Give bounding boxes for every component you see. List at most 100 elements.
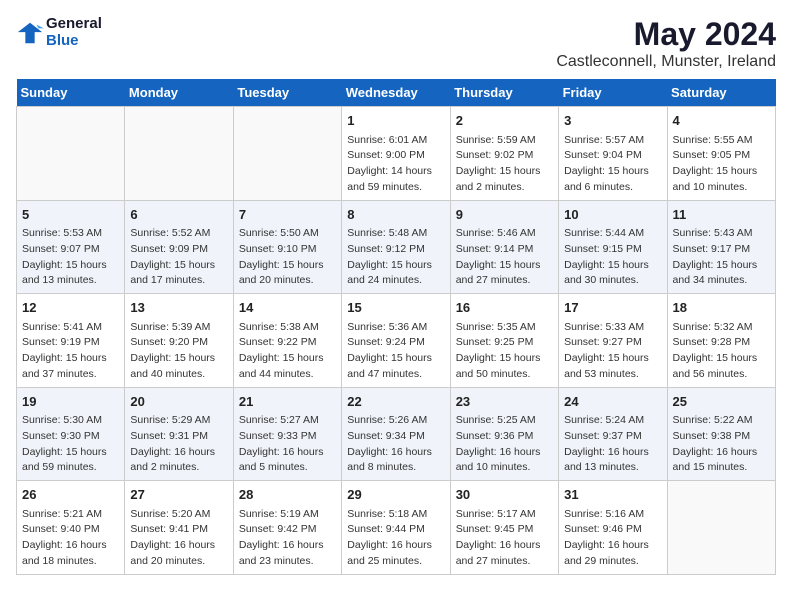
day-info: Sunrise: 5:29 AM Sunset: 9:31 PM Dayligh… <box>130 413 227 476</box>
day-info: Sunrise: 5:32 AM Sunset: 9:28 PM Dayligh… <box>673 320 770 383</box>
calendar-cell: 24Sunrise: 5:24 AM Sunset: 9:37 PM Dayli… <box>559 387 667 481</box>
calendar-cell: 2Sunrise: 5:59 AM Sunset: 9:02 PM Daylig… <box>450 107 558 201</box>
day-number: 17 <box>564 298 661 318</box>
day-info: Sunrise: 5:27 AM Sunset: 9:33 PM Dayligh… <box>239 413 336 476</box>
calendar-day-header: Saturday <box>667 79 775 107</box>
day-info: Sunrise: 5:38 AM Sunset: 9:22 PM Dayligh… <box>239 320 336 383</box>
calendar-cell: 30Sunrise: 5:17 AM Sunset: 9:45 PM Dayli… <box>450 481 558 575</box>
day-info: Sunrise: 5:30 AM Sunset: 9:30 PM Dayligh… <box>22 413 119 476</box>
calendar-week-row: 19Sunrise: 5:30 AM Sunset: 9:30 PM Dayli… <box>17 387 776 481</box>
day-info: Sunrise: 5:36 AM Sunset: 9:24 PM Dayligh… <box>347 320 444 383</box>
day-number: 30 <box>456 485 553 505</box>
day-info: Sunrise: 5:22 AM Sunset: 9:38 PM Dayligh… <box>673 413 770 476</box>
day-info: Sunrise: 5:20 AM Sunset: 9:41 PM Dayligh… <box>130 507 227 570</box>
calendar-cell: 13Sunrise: 5:39 AM Sunset: 9:20 PM Dayli… <box>125 294 233 388</box>
calendar-table: SundayMondayTuesdayWednesdayThursdayFrid… <box>16 79 776 575</box>
day-info: Sunrise: 5:39 AM Sunset: 9:20 PM Dayligh… <box>130 320 227 383</box>
calendar-cell: 28Sunrise: 5:19 AM Sunset: 9:42 PM Dayli… <box>233 481 341 575</box>
header: General Blue May 2024 Castleconnell, Mun… <box>16 16 776 71</box>
day-number: 5 <box>22 205 119 225</box>
day-number: 23 <box>456 392 553 412</box>
day-info: Sunrise: 5:35 AM Sunset: 9:25 PM Dayligh… <box>456 320 553 383</box>
logo-blue: Blue <box>46 32 79 49</box>
calendar-cell: 7Sunrise: 5:50 AM Sunset: 9:10 PM Daylig… <box>233 200 341 294</box>
day-number: 12 <box>22 298 119 318</box>
day-info: Sunrise: 5:52 AM Sunset: 9:09 PM Dayligh… <box>130 226 227 289</box>
calendar-cell: 17Sunrise: 5:33 AM Sunset: 9:27 PM Dayli… <box>559 294 667 388</box>
day-number: 11 <box>673 205 770 225</box>
day-info: Sunrise: 5:21 AM Sunset: 9:40 PM Dayligh… <box>22 507 119 570</box>
day-number: 16 <box>456 298 553 318</box>
day-number: 26 <box>22 485 119 505</box>
day-number: 2 <box>456 111 553 131</box>
calendar-cell: 22Sunrise: 5:26 AM Sunset: 9:34 PM Dayli… <box>342 387 450 481</box>
calendar-day-header: Tuesday <box>233 79 341 107</box>
day-info: Sunrise: 5:46 AM Sunset: 9:14 PM Dayligh… <box>456 226 553 289</box>
calendar-cell: 10Sunrise: 5:44 AM Sunset: 9:15 PM Dayli… <box>559 200 667 294</box>
day-info: Sunrise: 5:26 AM Sunset: 9:34 PM Dayligh… <box>347 413 444 476</box>
calendar-cell: 11Sunrise: 5:43 AM Sunset: 9:17 PM Dayli… <box>667 200 775 294</box>
day-number: 10 <box>564 205 661 225</box>
page-subtitle: Castleconnell, Munster, Ireland <box>556 53 776 71</box>
calendar-cell: 15Sunrise: 5:36 AM Sunset: 9:24 PM Dayli… <box>342 294 450 388</box>
calendar-cell: 26Sunrise: 5:21 AM Sunset: 9:40 PM Dayli… <box>17 481 125 575</box>
day-info: Sunrise: 5:16 AM Sunset: 9:46 PM Dayligh… <box>564 507 661 570</box>
calendar-day-header: Sunday <box>17 79 125 107</box>
calendar-cell: 23Sunrise: 5:25 AM Sunset: 9:36 PM Dayli… <box>450 387 558 481</box>
calendar-week-row: 26Sunrise: 5:21 AM Sunset: 9:40 PM Dayli… <box>17 481 776 575</box>
day-number: 25 <box>673 392 770 412</box>
calendar-cell: 12Sunrise: 5:41 AM Sunset: 9:19 PM Dayli… <box>17 294 125 388</box>
day-info: Sunrise: 5:48 AM Sunset: 9:12 PM Dayligh… <box>347 226 444 289</box>
calendar-cell: 27Sunrise: 5:20 AM Sunset: 9:41 PM Dayli… <box>125 481 233 575</box>
day-info: Sunrise: 5:50 AM Sunset: 9:10 PM Dayligh… <box>239 226 336 289</box>
day-info: Sunrise: 5:24 AM Sunset: 9:37 PM Dayligh… <box>564 413 661 476</box>
calendar-header-row: SundayMondayTuesdayWednesdayThursdayFrid… <box>17 79 776 107</box>
calendar-cell: 19Sunrise: 5:30 AM Sunset: 9:30 PM Dayli… <box>17 387 125 481</box>
calendar-cell: 16Sunrise: 5:35 AM Sunset: 9:25 PM Dayli… <box>450 294 558 388</box>
calendar-cell <box>17 107 125 201</box>
logo: General Blue <box>16 16 102 49</box>
title-block: May 2024 Castleconnell, Munster, Ireland <box>556 16 776 71</box>
day-number: 4 <box>673 111 770 131</box>
day-number: 27 <box>130 485 227 505</box>
calendar-cell: 8Sunrise: 5:48 AM Sunset: 9:12 PM Daylig… <box>342 200 450 294</box>
day-number: 8 <box>347 205 444 225</box>
calendar-cell: 21Sunrise: 5:27 AM Sunset: 9:33 PM Dayli… <box>233 387 341 481</box>
calendar-cell: 5Sunrise: 5:53 AM Sunset: 9:07 PM Daylig… <box>17 200 125 294</box>
calendar-week-row: 5Sunrise: 5:53 AM Sunset: 9:07 PM Daylig… <box>17 200 776 294</box>
day-info: Sunrise: 5:57 AM Sunset: 9:04 PM Dayligh… <box>564 133 661 196</box>
calendar-day-header: Thursday <box>450 79 558 107</box>
day-number: 20 <box>130 392 227 412</box>
logo-icon <box>16 19 44 47</box>
day-number: 19 <box>22 392 119 412</box>
calendar-cell: 3Sunrise: 5:57 AM Sunset: 9:04 PM Daylig… <box>559 107 667 201</box>
calendar-cell: 20Sunrise: 5:29 AM Sunset: 9:31 PM Dayli… <box>125 387 233 481</box>
day-number: 13 <box>130 298 227 318</box>
day-info: Sunrise: 6:01 AM Sunset: 9:00 PM Dayligh… <box>347 133 444 196</box>
day-info: Sunrise: 5:25 AM Sunset: 9:36 PM Dayligh… <box>456 413 553 476</box>
day-number: 1 <box>347 111 444 131</box>
day-info: Sunrise: 5:43 AM Sunset: 9:17 PM Dayligh… <box>673 226 770 289</box>
logo-general: General <box>46 15 102 32</box>
calendar-week-row: 12Sunrise: 5:41 AM Sunset: 9:19 PM Dayli… <box>17 294 776 388</box>
day-info: Sunrise: 5:59 AM Sunset: 9:02 PM Dayligh… <box>456 133 553 196</box>
page-title: May 2024 <box>556 16 776 53</box>
day-number: 14 <box>239 298 336 318</box>
day-info: Sunrise: 5:18 AM Sunset: 9:44 PM Dayligh… <box>347 507 444 570</box>
calendar-cell: 6Sunrise: 5:52 AM Sunset: 9:09 PM Daylig… <box>125 200 233 294</box>
day-number: 22 <box>347 392 444 412</box>
day-number: 24 <box>564 392 661 412</box>
calendar-cell <box>233 107 341 201</box>
calendar-day-header: Wednesday <box>342 79 450 107</box>
day-number: 31 <box>564 485 661 505</box>
day-number: 18 <box>673 298 770 318</box>
day-number: 9 <box>456 205 553 225</box>
calendar-cell: 29Sunrise: 5:18 AM Sunset: 9:44 PM Dayli… <box>342 481 450 575</box>
day-number: 3 <box>564 111 661 131</box>
calendar-cell <box>125 107 233 201</box>
calendar-day-header: Friday <box>559 79 667 107</box>
day-info: Sunrise: 5:53 AM Sunset: 9:07 PM Dayligh… <box>22 226 119 289</box>
day-number: 15 <box>347 298 444 318</box>
calendar-cell: 25Sunrise: 5:22 AM Sunset: 9:38 PM Dayli… <box>667 387 775 481</box>
calendar-cell: 1Sunrise: 6:01 AM Sunset: 9:00 PM Daylig… <box>342 107 450 201</box>
